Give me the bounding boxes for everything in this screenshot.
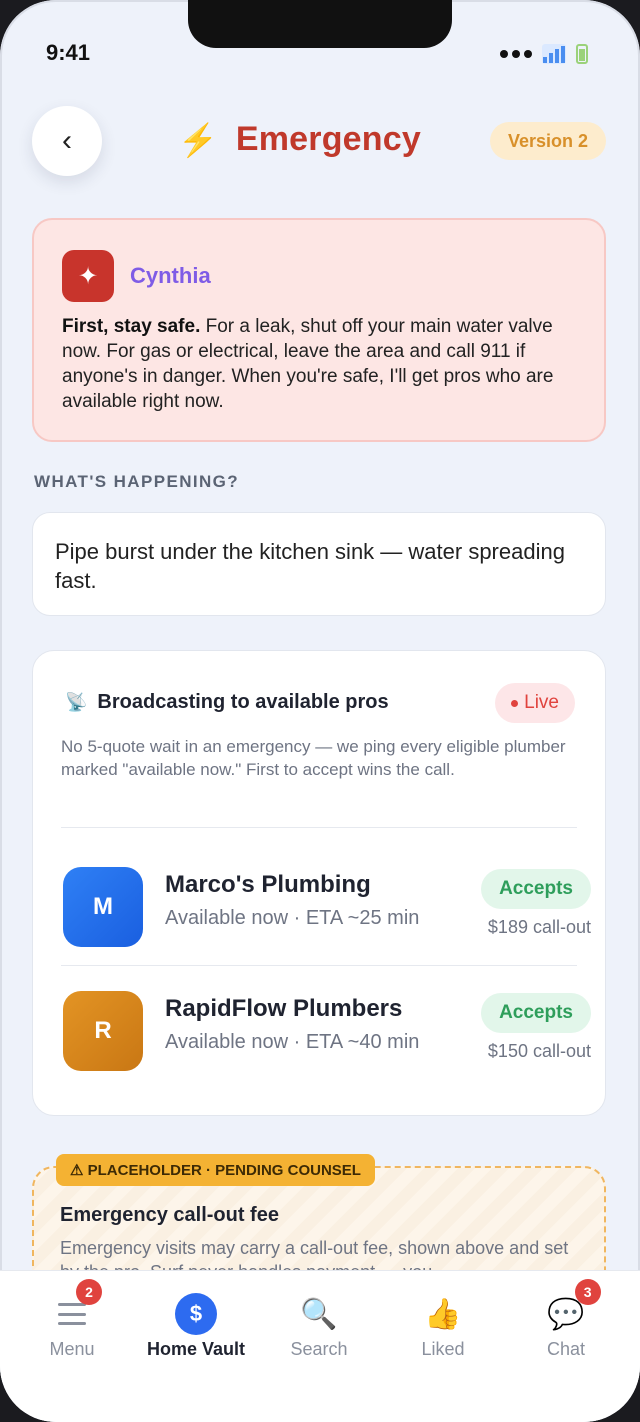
pro-availability: Available now · ETA ~40 min xyxy=(165,1031,420,1053)
tab-bar: 2 Menu $ Home Vault 🔍 Search 👍 Liked 💬 3… xyxy=(0,1270,640,1422)
tab-chat[interactable]: 💬 3 Chat xyxy=(502,1271,630,1391)
page-header: ⚡ Emergency xyxy=(178,120,421,159)
status-icons xyxy=(500,44,588,64)
assistant-message-bold: First, stay safe. xyxy=(62,316,201,337)
tab-home-vault[interactable]: $ Home Vault xyxy=(132,1271,260,1391)
phone-screen: 9:41 ‹ ⚡ Emergency Version 2 ✦ Cynthia F… xyxy=(0,0,640,1422)
broadcast-description: No 5-quote wait in an emergency — we pin… xyxy=(61,737,566,779)
broadcast-card: 📡 Broadcasting to available pros Live No… xyxy=(32,650,606,1116)
pro-row[interactable]: R RapidFlow Plumbers Available now · ETA… xyxy=(61,991,601,1073)
notification-badge: 3 xyxy=(574,1279,601,1305)
assistant-card: ✦ Cynthia First, stay safe. For a leak, … xyxy=(32,218,606,442)
page-title: Emergency xyxy=(235,120,421,158)
live-dot-icon xyxy=(511,699,519,707)
pro-name: RapidFlow Plumbers xyxy=(165,995,403,1022)
live-label: Live xyxy=(524,692,559,713)
assistant-message: First, stay safe. For a leak, shut off y… xyxy=(62,314,576,414)
pro-name: Marco's Plumbing xyxy=(165,871,371,898)
divider xyxy=(61,827,577,828)
placeholder-title: Emergency call-out fee xyxy=(60,1204,279,1226)
tab-menu[interactable]: 2 Menu xyxy=(8,1271,136,1391)
thumbs-up-icon: 👍 xyxy=(424,1297,462,1331)
wifi-signal-icon xyxy=(542,44,566,64)
divider xyxy=(61,965,577,966)
live-badge: Live xyxy=(495,683,575,723)
cellular-dots-icon xyxy=(500,50,532,58)
broadcast-title: Broadcasting to available pros xyxy=(97,691,389,713)
notification-badge: 2 xyxy=(76,1279,102,1305)
tab-label: Search xyxy=(290,1339,348,1359)
tab-label: Chat xyxy=(546,1339,586,1359)
call-out-fee: $150 call-out xyxy=(487,1041,591,1061)
call-out-fee: $189 call-out xyxy=(487,917,591,937)
tab-liked[interactable]: 👍 Liked xyxy=(379,1271,507,1391)
happening-label: WHAT'S HAPPENING? xyxy=(34,472,240,491)
hamburger-menu-icon xyxy=(58,1303,86,1325)
broadcast-icon: 📡 xyxy=(65,692,88,712)
chevron-left-icon: ‹ xyxy=(62,124,72,157)
notch xyxy=(188,0,452,48)
assistant-name: Cynthia xyxy=(130,263,211,288)
assistant-header: ✦ Cynthia xyxy=(62,250,576,302)
search-icon: 🔍 xyxy=(300,1297,338,1331)
dollar-icon: $ xyxy=(175,1293,217,1335)
pro-avatar: M xyxy=(63,867,143,947)
pro-row[interactable]: M Marco's Plumbing Available now · ETA ~… xyxy=(61,867,601,949)
accept-status-badge: Accepts xyxy=(481,869,591,909)
tab-label: Menu xyxy=(49,1339,95,1359)
tab-label: Liked xyxy=(421,1339,465,1359)
placeholder-badge: ⚠ PLACEHOLDER · PENDING COUNSEL xyxy=(56,1154,375,1186)
back-button[interactable]: ‹ xyxy=(32,106,102,176)
battery-icon xyxy=(576,44,588,64)
tab-label: Home Vault xyxy=(146,1339,246,1359)
pro-avatar: R xyxy=(63,991,143,1071)
broadcast-header: 📡 Broadcasting to available pros xyxy=(65,691,389,714)
lightning-bolt-icon: ⚡ xyxy=(178,121,218,158)
happening-description-field[interactable]: Pipe burst under the kitchen sink — wate… xyxy=(32,512,606,616)
pro-availability: Available now · ETA ~25 min xyxy=(165,907,420,929)
version-badge: Version 2 xyxy=(489,122,606,160)
status-time: 9:41 xyxy=(46,40,91,65)
sparkle-icon: ✦ xyxy=(62,250,114,302)
tab-search[interactable]: 🔍 Search xyxy=(255,1271,383,1391)
accept-status-badge: Accepts xyxy=(481,993,591,1033)
